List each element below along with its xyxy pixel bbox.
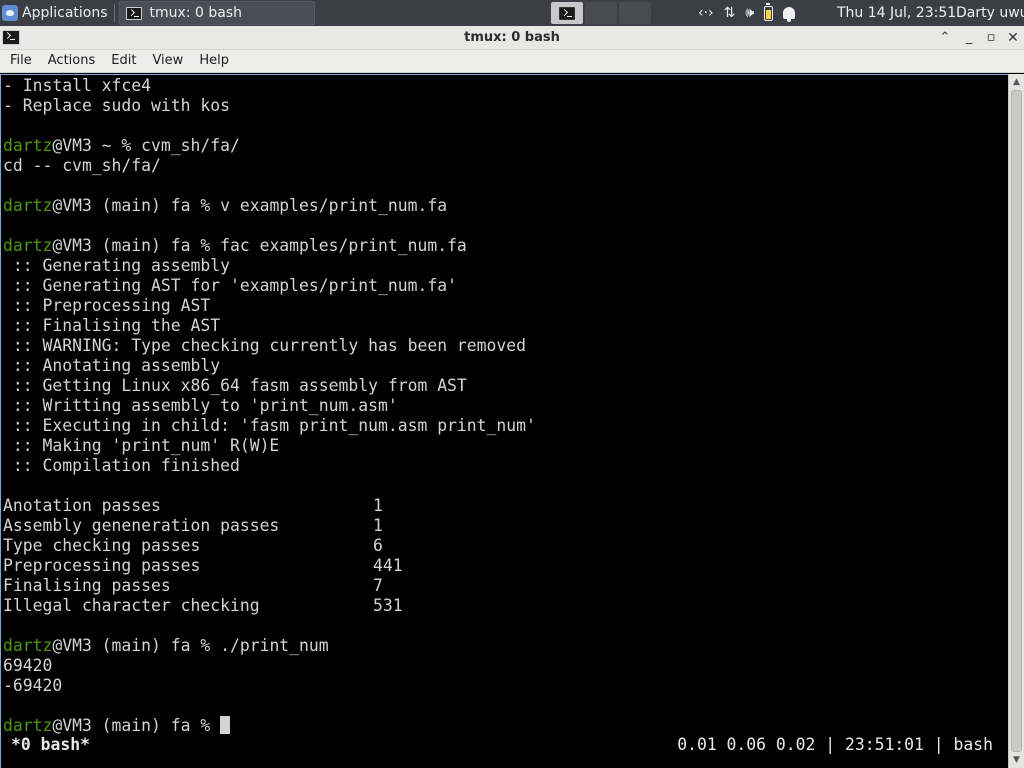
stats-label: Finalising passes xyxy=(3,576,171,595)
terminal-line: - Replace sudo with kos xyxy=(3,96,230,115)
stats-value: 1 xyxy=(373,496,383,515)
terminal-line: cd -- cvm_sh/fa/ xyxy=(3,156,161,175)
stats-label: Assembly geneneration passes xyxy=(3,516,280,535)
tmux-status-bar: *0 bash* 0.01 0.06 0.02 | 23:51:01 | bas… xyxy=(3,735,1007,755)
menu-file[interactable]: File xyxy=(2,50,40,72)
stats-row: Finalising passes 7 xyxy=(3,576,536,596)
terminal-line: :: Writting assembly to 'print_num.asm' xyxy=(3,396,398,415)
applications-menu-button[interactable]: Applications xyxy=(0,0,112,26)
close-button[interactable]: ✕ xyxy=(1002,26,1024,50)
tmux-status-right: 0.01 0.06 0.02 | 23:51:01 | bash xyxy=(677,735,993,754)
prompt-user: dartz xyxy=(3,236,53,255)
terminal-line: :: Anotating assembly xyxy=(3,356,221,375)
prompt-line: dartz@VM3 (main) fa % v examples/print_n… xyxy=(3,196,536,216)
program-output: 69420 xyxy=(3,656,53,675)
prompt-command: @VM3 (main) fa % fac examples/print_num.… xyxy=(52,236,467,255)
terminal-line: :: Getting Linux x86_64 fasm assembly fr… xyxy=(3,376,467,395)
stats-label: Preprocessing passes xyxy=(3,556,201,575)
prompt-command: @VM3 (main) fa % ./print_num xyxy=(52,636,329,655)
stats-value: 531 xyxy=(373,596,403,615)
minimize-button[interactable]: _ xyxy=(958,26,980,50)
clock[interactable]: Thu 14 Jul, 23:51 xyxy=(837,0,956,26)
maximize-button[interactable]: ▫ xyxy=(980,26,1002,50)
scrollbar-thumb[interactable] xyxy=(1011,90,1022,752)
top-panel: Applications tmux: 0 bash ‹·› ⇅ 🕪 Thu 14… xyxy=(0,0,1024,26)
xfce-logo-icon xyxy=(2,5,18,21)
prompt-user: dartz xyxy=(3,636,53,655)
menu-help[interactable]: Help xyxy=(191,50,237,72)
prompt-line: dartz@VM3 (main) fa % fac examples/print… xyxy=(3,236,536,256)
transfer-icon[interactable]: ⇅ xyxy=(724,0,736,26)
prompt-user: dartz xyxy=(3,196,53,215)
workspace-1[interactable] xyxy=(551,2,583,24)
terminal-scrollbar[interactable]: ▲ ▼ xyxy=(1008,74,1024,768)
bell-icon[interactable] xyxy=(783,7,796,22)
stats-value: 441 xyxy=(373,556,403,575)
menu-bar: File Actions Edit View Help xyxy=(0,50,1024,73)
stats-label: Anotation passes xyxy=(3,496,161,515)
panel-separator xyxy=(113,4,115,22)
scroll-up-arrow-icon[interactable]: ▲ xyxy=(1009,74,1024,90)
system-tray: ‹·› ⇅ 🕪 xyxy=(698,0,796,26)
terminal-line: :: Executing in child: 'fasm print_num.a… xyxy=(3,416,536,435)
stats-label: Type checking passes xyxy=(3,536,201,555)
stats-row: Type checking passes 6 xyxy=(3,536,536,556)
stats-value: 1 xyxy=(373,516,383,535)
menu-view[interactable]: View xyxy=(144,50,191,72)
stats-row: Assembly geneneration passes 1 xyxy=(3,516,536,536)
stats-label: Illegal character checking xyxy=(3,596,260,615)
prompt-line: dartz@VM3 ~ % cvm_sh/fa/ xyxy=(3,136,536,156)
terminal-line: :: Making 'print_num' R(W)E xyxy=(3,436,280,455)
text-cursor xyxy=(220,716,231,734)
terminal-area[interactable]: - Install xfce4 - Replace sudo with kos … xyxy=(0,74,1008,768)
user-menu[interactable]: Darty uwu xyxy=(956,0,1024,26)
window-titlebar[interactable]: tmux: 0 bash ⌃ _ ▫ ✕ xyxy=(0,26,1024,50)
terminal-line: :: Preprocessing AST xyxy=(3,296,211,315)
stats-value: 6 xyxy=(373,536,383,555)
stats-row: Anotation passes 1 xyxy=(3,496,536,516)
stats-value: 7 xyxy=(373,576,383,595)
terminal-icon xyxy=(125,6,142,20)
prompt-line: dartz@VM3 (main) fa % xyxy=(3,716,536,736)
menu-actions[interactable]: Actions xyxy=(40,50,104,72)
terminal-output: - Install xfce4 - Replace sudo with kos … xyxy=(3,76,536,736)
applications-label: Applications xyxy=(22,5,108,21)
terminal-line: :: WARNING: Type checking currently has … xyxy=(3,336,527,355)
volume-icon[interactable]: 🕪 xyxy=(745,0,754,26)
prompt-user: dartz xyxy=(3,716,53,735)
workspace-terminal-icon xyxy=(559,6,575,20)
workspace-3[interactable] xyxy=(619,2,651,24)
window-title: tmux: 0 bash xyxy=(464,30,560,45)
taskbar-window-button[interactable]: tmux: 0 bash xyxy=(118,1,315,25)
taskbar-window-title: tmux: 0 bash xyxy=(149,5,242,21)
terminal-line: :: Generating assembly xyxy=(3,256,230,275)
prompt-command: @VM3 (main) fa % xyxy=(52,716,221,735)
workspace-switcher xyxy=(551,2,651,24)
prompt-user: dartz xyxy=(3,136,53,155)
network-arrows-icon[interactable]: ‹·› xyxy=(698,0,714,26)
terminal-line: :: Generating AST for 'examples/print_nu… xyxy=(3,276,457,295)
menu-edit[interactable]: Edit xyxy=(103,50,144,72)
terminal-line: :: Finalising the AST xyxy=(3,316,221,335)
stats-row: Illegal character checking 531 xyxy=(3,596,536,616)
shade-button[interactable]: ⌃ xyxy=(934,26,956,50)
terminal-line: - Install xfce4 xyxy=(3,76,152,95)
prompt-command: @VM3 (main) fa % v examples/print_num.fa xyxy=(52,196,448,215)
workspace-2[interactable] xyxy=(585,2,617,24)
tmux-window-label[interactable]: *0 bash* xyxy=(11,735,90,755)
scroll-down-arrow-icon[interactable]: ▼ xyxy=(1009,752,1024,768)
program-output: -69420 xyxy=(3,676,63,695)
prompt-line: dartz@VM3 (main) fa % ./print_num xyxy=(3,636,536,656)
terminal-line: :: Compilation finished xyxy=(3,456,240,475)
prompt-command: @VM3 ~ % cvm_sh/fa/ xyxy=(52,136,240,155)
battery-icon[interactable] xyxy=(764,3,774,21)
stats-row: Preprocessing passes 441 xyxy=(3,556,536,576)
